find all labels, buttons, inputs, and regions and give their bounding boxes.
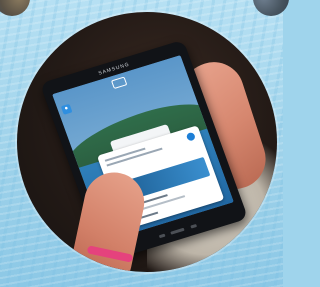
home-button [170, 227, 185, 235]
circular-photo: SAMSUNG ● [17, 12, 277, 272]
back-button [158, 233, 166, 239]
recent-button [190, 223, 198, 229]
card-profile-icon [185, 131, 196, 142]
